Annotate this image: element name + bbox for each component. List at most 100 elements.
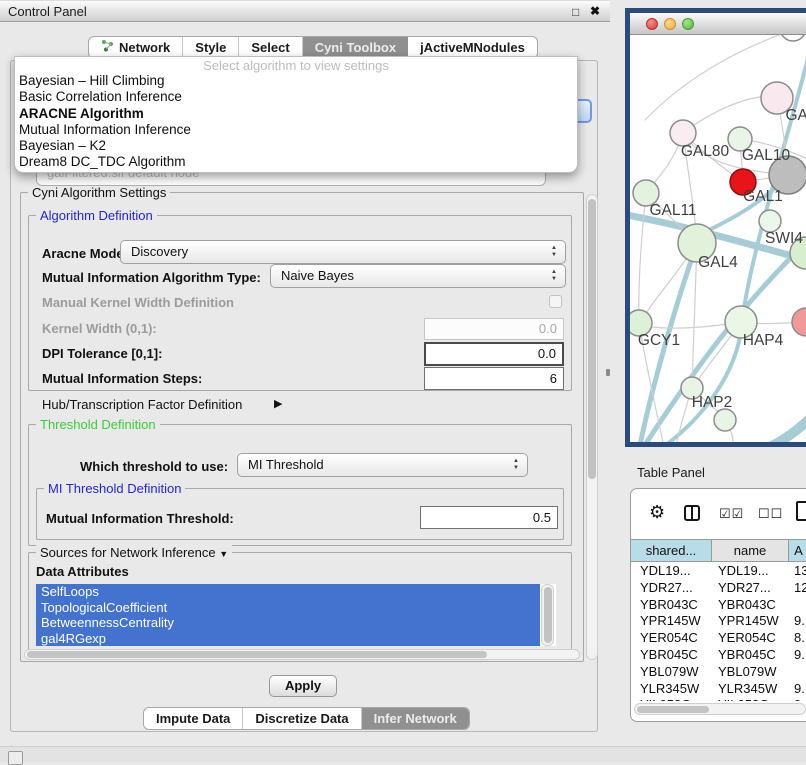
dpi-tolerance-input[interactable]: 0.0 [424,342,564,366]
tab-label: Network [119,40,170,55]
table-cell: YER054C [712,630,789,647]
network-node[interactable] [780,35,806,41]
gear-icon[interactable]: ⚙ [649,502,665,523]
column-header-name[interactable]: name [712,540,789,561]
table-panel: ⚙ ☑☑ ☐☐ shared... name A YDL19...YDL19..… [630,488,806,722]
float-icon[interactable]: □ [572,5,579,19]
mi-type-label: Mutual Information Algorithm Type: [42,270,261,285]
tab-discretize-data[interactable]: Discretize Data [243,708,361,729]
control-panel-titlebar: Control Panel □ ✖ [0,0,610,22]
network-frame-titlebar[interactable] [630,13,806,35]
network-view-frame: GAL80GAL10GAL1GAL11GAL4SWI4GCY1HAP4HAP2Y… [625,8,806,447]
table-cell [789,664,806,681]
window-zoom-button[interactable] [682,18,694,30]
tab-network[interactable]: Network [89,37,183,58]
tab-impute-data[interactable]: Impute Data [144,708,243,729]
list-item[interactable]: SelfLoops [36,584,540,600]
panel-toggle-icon[interactable] [8,751,23,765]
dropdown-item[interactable]: Bayesian – K2 [15,138,577,154]
table-row[interactable]: YPR145WYPR145W9. [631,613,806,630]
tab-cyni-toolbox[interactable]: Cyni Toolbox [303,37,408,58]
dropdown-item[interactable]: Basic Correlation Inference [15,89,577,105]
splitter-handle[interactable] [606,369,610,376]
settings-scrollbar[interactable] [586,194,598,660]
list-scrollbar-thumb[interactable] [544,587,552,643]
mi-steps-input[interactable]: 6 [424,367,564,390]
list-item[interactable]: TopologicalCoefficient [36,600,540,616]
table-hscrollbar[interactable] [634,703,806,715]
chevron-updown-icon: ▲▼ [510,458,522,472]
unchecked-checkboxes-icon[interactable]: ☐☐ [758,506,783,522]
group-title: MI Threshold Definition [44,481,185,496]
manual-kernel-checkbox[interactable] [549,295,562,308]
table-cell: YLR345W [631,681,712,698]
table-cell: 12 [789,580,806,597]
network-node[interactable] [792,308,806,336]
table-header: shared... name A [631,539,806,562]
which-threshold-label: Which threshold to use: [80,459,228,474]
list-item[interactable]: gal4RGexp [36,631,540,647]
table-row[interactable]: YBR043CYBR043C [631,597,806,614]
table-row[interactable]: YDR27...YDR27...12 [631,580,806,597]
table-cell: YDL19... [631,563,712,580]
application: Control Panel □ ✖ Network Style Select C… [0,0,806,762]
network-tab-icon [101,39,114,55]
triangle-right-icon[interactable]: ▶ [274,397,282,410]
network-node[interactable] [714,409,736,431]
aracne-mode-label: Aracne Mode: [42,246,128,261]
dropdown-item[interactable]: ARACNE Algorithm [15,106,577,122]
table-row[interactable]: YDL19...YDL19...13 [631,563,806,580]
mi-type-combo[interactable]: Naive Bayes ▲▼ [270,264,566,288]
hub-section-label[interactable]: Hub/Transcription Factor Definition [42,397,242,412]
table-hscrollbar-thumb[interactable] [637,706,709,713]
table-row[interactable]: YER054CYER054C8. [631,630,806,647]
tab-jactivemnodules[interactable]: jActiveMNodules [408,37,537,58]
table-cell: YDL19... [712,563,789,580]
table-cell: 9 [789,697,806,701]
settings-scrollbar-thumb[interactable] [588,199,596,479]
tab-label: Style [195,40,226,55]
table-row[interactable]: YBR045CYBR045C9. [631,647,806,664]
table-cell: 13 [789,563,806,580]
table-row[interactable]: YBL079WYBL079W [631,664,806,681]
kernel-width-input[interactable]: 0.0 [424,318,564,340]
algorithm-dropdown-popup: Select algorithm to view settings Bayesi… [14,56,578,173]
sources-hscrollbar-thumb[interactable] [27,651,487,658]
table-panel-title: Table Panel [637,465,705,480]
list-scrollbar[interactable] [541,584,554,646]
mi-steps-label: Mutual Information Steps: [42,371,202,386]
tab-style[interactable]: Style [183,37,239,58]
dropdown-item[interactable]: Dream8 DC_TDC Algorithm [15,154,577,170]
network-canvas[interactable]: GAL80GAL10GAL1GAL11GAL4SWI4GCY1HAP4HAP2Y… [630,35,806,442]
column-header-partial[interactable]: A [789,540,806,561]
triangle-down-icon[interactable]: ▼ [219,549,228,559]
apply-button[interactable]: Apply [269,675,337,697]
checked-checkboxes-icon[interactable]: ☑☑ [719,506,744,522]
node-label: GAL4 [698,254,738,271]
group-title: Threshold Definition [36,417,160,432]
dropdown-item[interactable]: Mutual Information Inference [15,122,577,138]
aracne-mode-combo[interactable]: Discovery ▲▼ [120,240,566,264]
table-cell: YBL079W [631,664,712,681]
table-row[interactable]: YLR345WYLR345W9. [631,681,806,698]
which-threshold-combo[interactable]: MI Threshold ▲▼ [237,453,528,477]
column-header-shared[interactable]: shared... [631,540,712,561]
dropdown-item[interactable]: Bayesian – Hill Climbing [15,73,577,89]
mi-threshold-input[interactable]: 0.5 [420,506,558,529]
combo-value: Discovery [131,244,188,259]
column-view-icon[interactable] [684,505,700,521]
table-cell: 9. [789,681,806,698]
list-item[interactable]: BetweennessCentrality [36,615,540,631]
tab-select[interactable]: Select [239,37,302,58]
tab-infer-network[interactable]: Infer Network [362,708,469,729]
table-row[interactable]: YIL052CYIL052C9 [631,697,806,701]
window-minimize-button[interactable] [664,18,676,30]
sources-title[interactable]: Sources for Network Inference [40,545,216,560]
data-attributes-list[interactable]: SelfLoops TopologicalCoefficient Between… [36,584,556,646]
close-icon[interactable]: ✖ [590,4,600,18]
network-node[interactable] [759,210,781,232]
window-close-button[interactable] [646,18,658,30]
group-title: Cyni Algorithm Settings [28,185,170,200]
sources-hscrollbar[interactable] [24,649,580,660]
document-icon[interactable] [796,501,806,521]
